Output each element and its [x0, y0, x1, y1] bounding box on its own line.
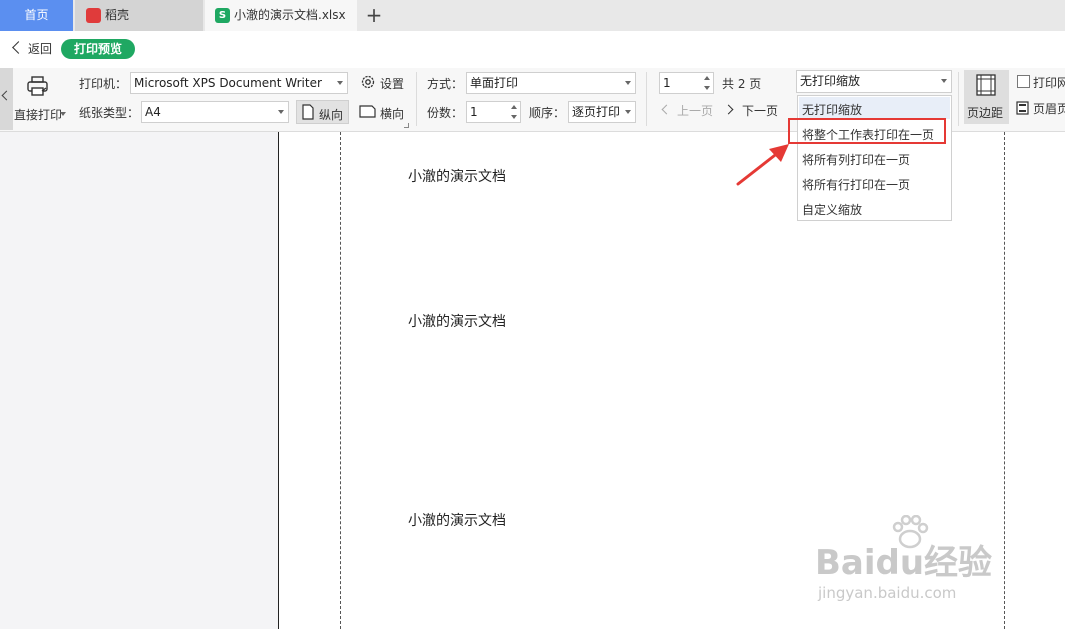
copies-value: 1	[470, 105, 478, 119]
document-text-line: 小澈的演示文档	[408, 314, 506, 330]
margins-icon	[976, 74, 996, 96]
header-footer-button[interactable]: 页眉页	[1015, 100, 1065, 118]
next-page-button[interactable]: 下一页	[723, 102, 782, 120]
back-label: 返回	[28, 42, 53, 56]
printer-value: Microsoft XPS Document Writer	[134, 76, 322, 90]
toolbar-divider	[416, 72, 417, 126]
paper-type-value: A4	[145, 105, 161, 119]
back-button[interactable]: 返回	[12, 40, 53, 57]
landscape-page-icon	[359, 105, 376, 118]
caret-down-icon	[60, 112, 66, 116]
chevron-left-icon	[1, 90, 12, 101]
document-text-line: 小澈的演示文档	[408, 169, 506, 185]
direct-print-label: 直接打印	[14, 108, 63, 122]
caret-down-icon[interactable]	[704, 86, 710, 90]
tab-document-label: 小澈的演示文档.xlsx	[234, 8, 346, 22]
spreadsheet-icon: S	[215, 8, 230, 23]
portrait-label: 纵向	[319, 108, 344, 122]
caret-down-icon	[625, 110, 631, 114]
portrait-button[interactable]: 纵向	[296, 100, 349, 124]
tab-bar: 首页 稻壳 S 小澈的演示文档.xlsx +	[0, 0, 1065, 31]
paper-type-label: 纸张类型：	[79, 106, 140, 120]
print-grid-checkbox[interactable]: 打印网	[1015, 74, 1065, 92]
next-page-label: 下一页	[742, 104, 779, 118]
print-method-select[interactable]: 单面打印	[466, 72, 636, 94]
caret-down-icon	[278, 110, 284, 114]
prev-page-button[interactable]: 上一页	[660, 102, 716, 120]
print-order-label: 顺序：	[529, 106, 566, 120]
paper-type-select[interactable]: A4	[141, 101, 289, 123]
margins-button[interactable]: 页边距	[964, 70, 1009, 124]
portrait-page-icon	[302, 104, 314, 120]
caret-down-icon	[625, 81, 631, 85]
landscape-label: 横向	[380, 107, 405, 121]
watermark-url: jingyan.baidu.com	[818, 584, 957, 602]
collapse-toolbar-button[interactable]	[0, 68, 13, 130]
annotation-arrow-icon	[736, 144, 789, 186]
page-number-value: 1	[663, 76, 671, 90]
print-preview-badge: 打印预览	[61, 39, 135, 59]
margins-label: 页边距	[967, 106, 1004, 120]
tab-daoke[interactable]: 稻壳	[75, 0, 203, 31]
caret-down-icon	[941, 79, 947, 83]
left-margin-guide	[340, 132, 341, 629]
toolbar-divider	[958, 72, 959, 126]
dropdown-item-fit-columns[interactable]: 将所有列打印在一页	[802, 151, 910, 168]
daoke-logo-icon	[86, 8, 101, 23]
chevron-right-icon	[723, 104, 734, 115]
dropdown-item-custom-scale[interactable]: 自定义缩放	[802, 201, 862, 218]
copies-stepper[interactable]: 1	[466, 101, 521, 123]
print-order-select[interactable]: 逐页打印	[568, 101, 636, 123]
page-total: 共 2 页	[722, 77, 762, 91]
header-footer-icon	[1016, 101, 1029, 115]
printer-select[interactable]: Microsoft XPS Document Writer	[130, 72, 348, 94]
tab-home[interactable]: 首页	[0, 0, 73, 31]
new-tab-button[interactable]: +	[363, 4, 385, 26]
landscape-button[interactable]: 横向	[358, 102, 408, 122]
caret-up-icon[interactable]	[511, 105, 517, 109]
dropdown-item-no-scale[interactable]: 无打印缩放	[802, 101, 862, 118]
settings-button[interactable]: 设置	[358, 73, 408, 93]
print-order-value: 逐页打印	[572, 105, 621, 119]
dropdown-item-fit-rows[interactable]: 将所有行打印在一页	[802, 176, 910, 193]
chevron-left-icon	[661, 104, 672, 115]
page-number-stepper[interactable]: 1	[659, 72, 714, 94]
sub-bar: 返回 打印预览	[0, 31, 1065, 68]
header-footer-label: 页眉页	[1033, 102, 1065, 116]
prev-page-label: 上一页	[677, 104, 714, 118]
print-scale-value: 无打印缩放	[800, 74, 861, 88]
caret-up-icon[interactable]	[704, 76, 710, 80]
left-blank-pane	[0, 132, 279, 629]
print-scale-dropdown: 无打印缩放 将整个工作表打印在一页 将所有列打印在一页 将所有行打印在一页 自定…	[797, 95, 952, 221]
settings-label: 设置	[380, 77, 405, 91]
watermark-brand: Baidu经验	[815, 543, 993, 583]
print-method-label: 方式：	[427, 77, 464, 91]
caret-down-icon	[337, 81, 343, 85]
caret-down-icon[interactable]	[511, 115, 517, 119]
copies-label: 份数：	[427, 106, 464, 120]
printer-icon	[27, 76, 48, 96]
tab-document[interactable]: S 小澈的演示文档.xlsx	[205, 0, 357, 31]
gear-icon	[361, 75, 375, 89]
print-method-value: 单面打印	[470, 76, 519, 90]
document-text-line: 小澈的演示文档	[408, 513, 506, 529]
printer-label: 打印机：	[79, 77, 128, 91]
toolbar-divider	[646, 72, 647, 126]
print-grid-label: 打印网	[1033, 76, 1065, 90]
annotation-highlight-box	[788, 118, 946, 144]
checkbox-icon[interactable]	[1017, 75, 1030, 88]
chevron-left-icon	[12, 41, 25, 54]
right-margin-guide	[1004, 132, 1005, 629]
print-scale-select[interactable]: 无打印缩放	[796, 70, 952, 93]
tab-daoke-label: 稻壳	[105, 8, 130, 22]
expand-corner-icon[interactable]	[404, 123, 409, 128]
direct-print-button[interactable]: 直接打印	[14, 72, 72, 126]
